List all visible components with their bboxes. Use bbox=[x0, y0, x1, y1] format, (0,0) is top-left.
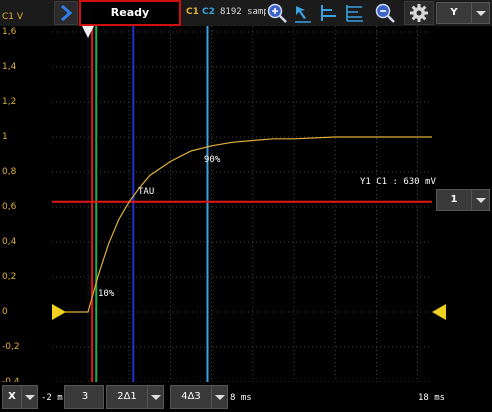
delta-2-label: 4Δ3 bbox=[181, 391, 201, 402]
chevron-down-icon bbox=[151, 395, 161, 400]
status-display: Ready bbox=[79, 0, 181, 26]
cursor-select-button[interactable] bbox=[292, 2, 314, 24]
sample-count: 8192 samp bbox=[220, 7, 266, 17]
y-tick-label: 0,8 bbox=[2, 167, 17, 177]
play-icon bbox=[61, 4, 73, 22]
gear-icon bbox=[410, 4, 428, 22]
y-tick-label: 1 bbox=[2, 132, 8, 142]
delta-1-label: 2Δ1 bbox=[117, 391, 137, 402]
chevron-down-icon bbox=[476, 198, 486, 203]
channel-1-label: C1 bbox=[186, 7, 199, 17]
time-start-label: -2 m bbox=[41, 393, 63, 403]
x-axis-select-label: X bbox=[8, 391, 16, 402]
time-end-label: 18 ms bbox=[418, 393, 446, 403]
oscilloscope-plot[interactable]: 10% TAU 90% bbox=[52, 26, 432, 382]
channel-1-trace bbox=[52, 136, 432, 313]
zoom-out-icon bbox=[375, 3, 395, 23]
annotation-10-percent: 10% bbox=[98, 289, 115, 299]
y-tick-label: -0,2 bbox=[2, 342, 20, 352]
trigger-marker-left[interactable] bbox=[52, 304, 66, 320]
y-tick-label: 0,4 bbox=[2, 237, 17, 247]
delta-2-select[interactable]: 4Δ3 bbox=[170, 385, 228, 409]
align-lines-icon bbox=[346, 5, 363, 22]
cursor-count-field[interactable]: 3 bbox=[64, 385, 104, 409]
zoom-in-icon bbox=[267, 3, 287, 23]
channel-select-label: 1 bbox=[450, 194, 458, 205]
run-button[interactable] bbox=[54, 1, 78, 25]
y-tick-label: 1,2 bbox=[2, 97, 17, 107]
y-axis-title: C1 V bbox=[2, 12, 24, 22]
cursor-readout: Y1 C1 : 630 mV bbox=[360, 177, 436, 187]
annotation-90-percent: 90% bbox=[204, 155, 221, 165]
cursor-count-value: 3 bbox=[81, 391, 89, 402]
delta-1-arrow[interactable] bbox=[147, 386, 163, 408]
align-left-button[interactable] bbox=[318, 2, 340, 24]
x-axis-select[interactable]: X bbox=[2, 385, 38, 409]
zoom-in-button[interactable] bbox=[266, 2, 288, 24]
settings-button[interactable] bbox=[404, 1, 434, 25]
y-tick-label: 0,6 bbox=[2, 202, 17, 212]
channel-select[interactable]: 1 bbox=[436, 189, 490, 211]
align-left-icon bbox=[321, 5, 336, 21]
y-tick-label: 1,4 bbox=[2, 62, 17, 72]
zoom-out-button[interactable] bbox=[374, 2, 396, 24]
x-axis-select-arrow[interactable] bbox=[21, 386, 37, 408]
channel-2-label: C2 bbox=[202, 7, 215, 17]
y-tick-label: 1,6 bbox=[2, 27, 17, 37]
chevron-down-icon bbox=[215, 395, 225, 400]
plot-grid bbox=[52, 26, 432, 382]
chevron-down-icon bbox=[476, 11, 486, 16]
cursor-arrow-icon bbox=[295, 6, 311, 23]
y-tick-label: 0 bbox=[2, 307, 8, 317]
align-lines-button[interactable] bbox=[344, 2, 366, 24]
bottom-bar: X -2 m 3 2Δ1 4Δ3 8 ms 18 ms bbox=[0, 382, 492, 412]
annotation-tau: TAU bbox=[138, 187, 154, 197]
y-axis-select-arrow[interactable] bbox=[471, 3, 489, 23]
delta-time-label: 8 ms bbox=[230, 393, 252, 403]
trigger-level-marker-right[interactable] bbox=[432, 304, 446, 320]
delta-2-arrow[interactable] bbox=[211, 386, 227, 408]
delta-1-select[interactable]: 2Δ1 bbox=[106, 385, 164, 409]
channel-select-arrow[interactable] bbox=[471, 190, 489, 210]
cursor-layer bbox=[52, 26, 432, 382]
chevron-down-icon bbox=[25, 395, 35, 400]
y-tick-label: 0,2 bbox=[2, 272, 17, 282]
y-axis-select-label: Y bbox=[450, 7, 458, 18]
toolbar: Ready C1 C2 8192 samp Y bbox=[0, 0, 492, 26]
y-axis-select[interactable]: Y bbox=[436, 2, 490, 24]
